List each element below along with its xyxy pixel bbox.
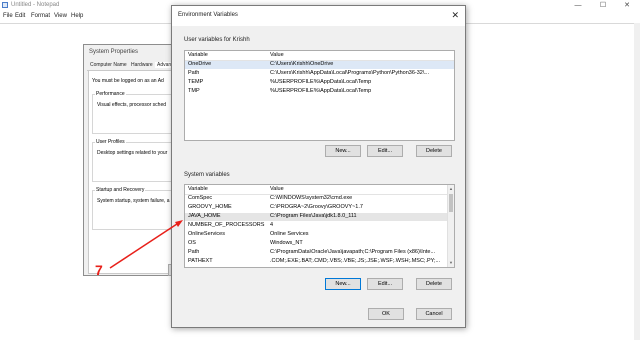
annotation-arrow	[109, 220, 183, 269]
annotation-step-number: 7	[95, 262, 103, 278]
